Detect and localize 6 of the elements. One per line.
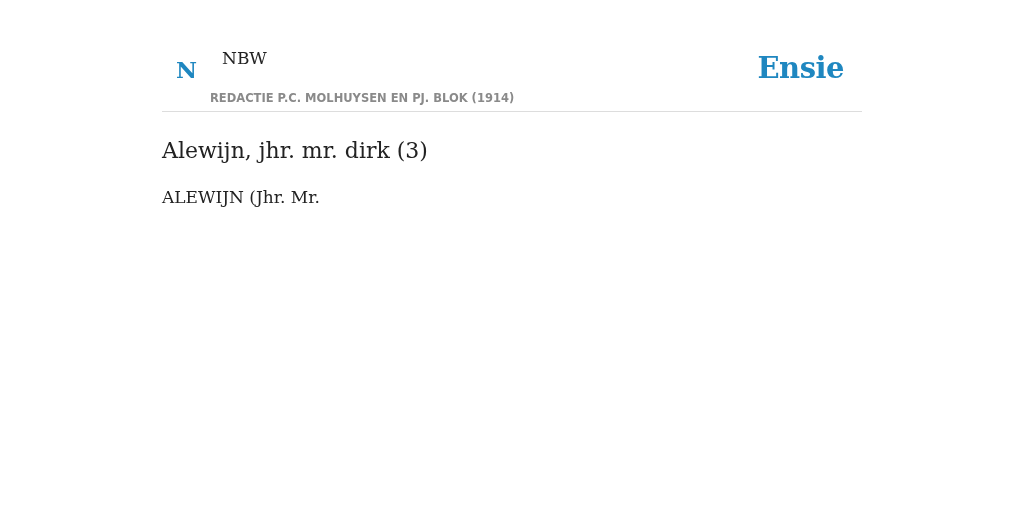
article-title: Alewijn, jhr. mr. dirk (3) — [162, 138, 429, 163]
article-body: ALEWIJN (Jhr. Mr. — [162, 187, 321, 207]
brand-logo[interactable]: Ensie — [757, 54, 844, 105]
source-title: NBW — [222, 50, 267, 67]
logo-letter: N — [175, 58, 199, 81]
source-subtitle: REDACTIE P.C. MOLHUYSEN EN PJ. BLOK (1914) — [210, 91, 515, 105]
